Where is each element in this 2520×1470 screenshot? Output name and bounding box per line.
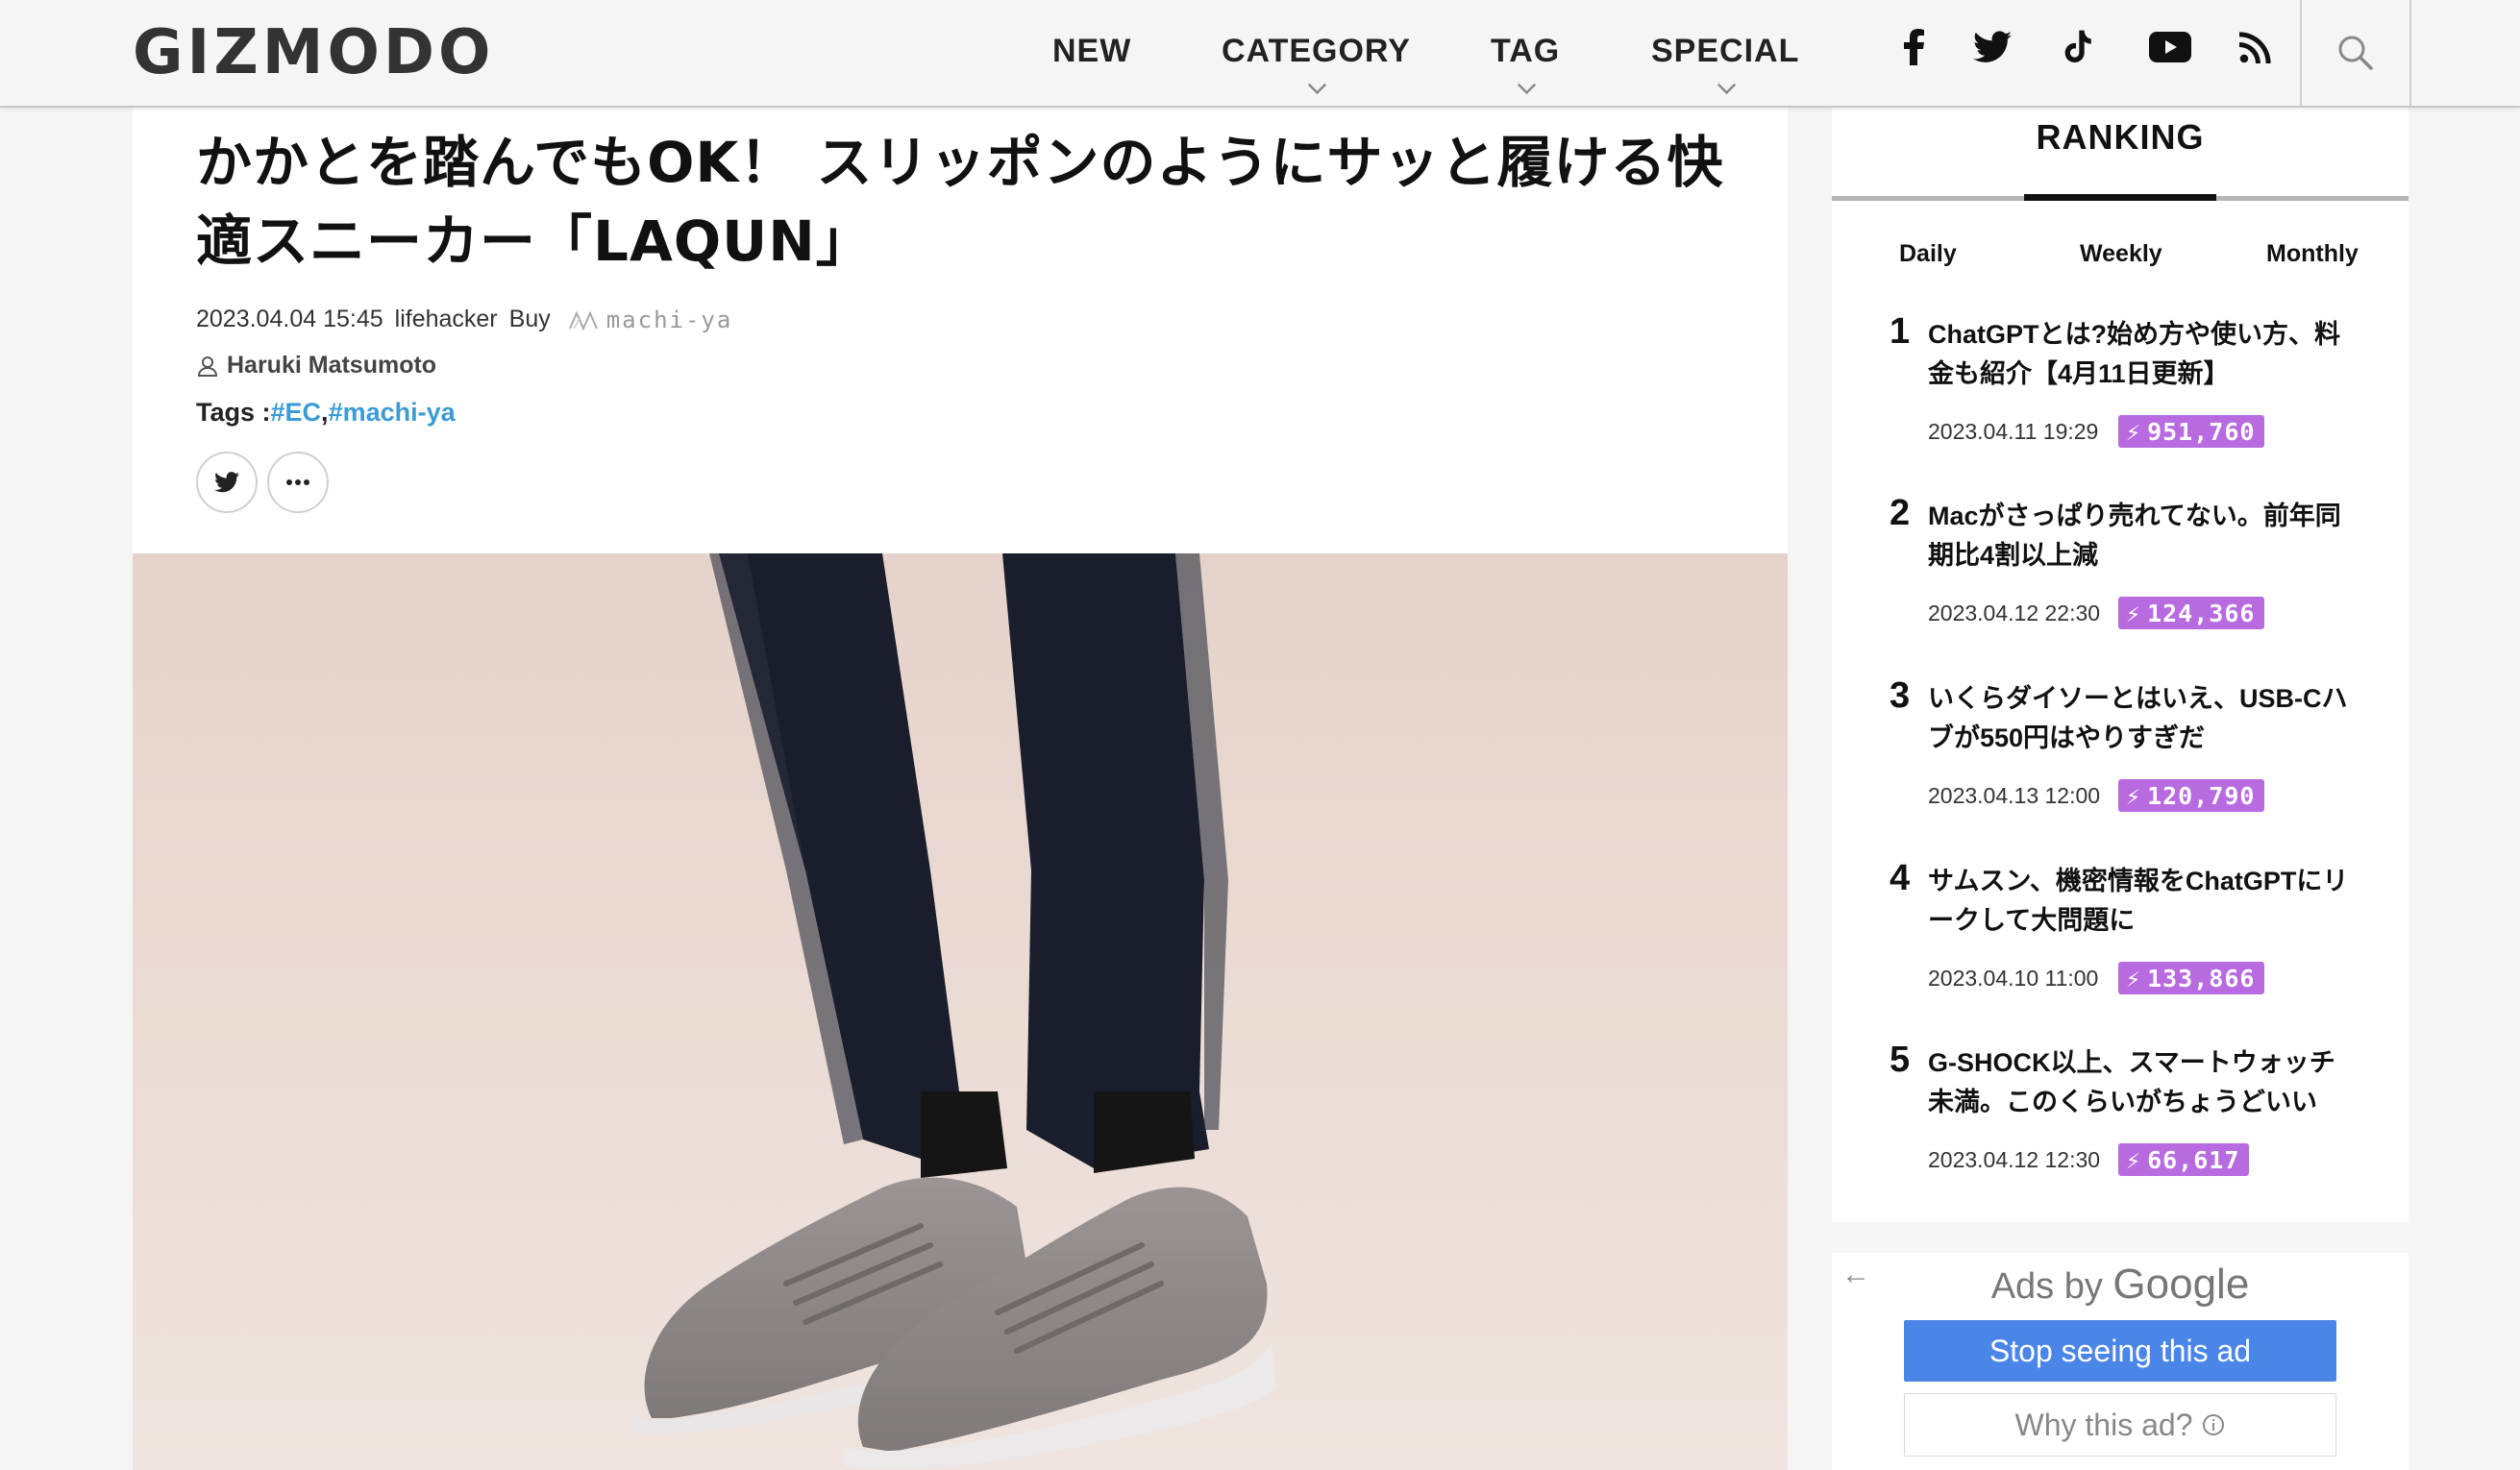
chevron-down-icon	[1717, 75, 1737, 95]
views-count: 66,617	[2147, 1145, 2240, 1174]
article-category[interactable]: Buy	[509, 306, 551, 333]
tags-label: Tags :	[196, 398, 271, 427]
rank-date: 2023.04.11 19:29	[1928, 419, 2099, 444]
twitter-share-button[interactable]	[196, 452, 258, 513]
why-this-ad-label: Why this ad?	[2014, 1407, 2193, 1442]
brand-name: machi-ya	[605, 306, 733, 333]
brand-logo[interactable]: machi-ya	[568, 306, 733, 333]
ads-by-google: Ads by Google	[1832, 1261, 2409, 1309]
site-header: GIZMODO NEW CATEGORY TAG SPECIAL	[0, 0, 2520, 108]
rank-number: 1	[1890, 311, 1911, 352]
facebook-icon[interactable]	[1890, 23, 1939, 71]
ranking-title: RANKING	[2036, 117, 2205, 157]
stop-seeing-ad-button[interactable]: Stop seeing this ad	[1904, 1320, 2336, 1382]
views-count: 951,760	[2147, 417, 2256, 446]
views-count: 120,790	[2147, 781, 2256, 810]
article-tags: Tags :#EC,#machi-ya	[196, 398, 456, 427]
rank-number: 2	[1890, 493, 1911, 533]
rank-title[interactable]: ChatGPTとは?始め方や使い方、料金も紹介【4月11日更新】	[1928, 315, 2360, 394]
chevron-down-icon	[1308, 75, 1327, 95]
twitter-icon	[214, 472, 239, 493]
youtube-icon[interactable]	[2146, 23, 2194, 71]
views-count: 124,366	[2147, 599, 2256, 627]
ranking-divider-active	[2024, 194, 2216, 201]
nav-category[interactable]: CATEGORY	[1222, 33, 1411, 95]
article-datetime: 2023.04.04 15:45	[196, 306, 383, 332]
views-badge: ⚡ 124,366	[2118, 597, 2265, 629]
rank-title[interactable]: いくらダイソーとはいえ、USB-Cハブが550円はやりすぎだ	[1928, 679, 2360, 758]
more-dots-icon	[286, 479, 309, 485]
lightning-icon: ⚡	[2126, 599, 2142, 627]
twitter-icon[interactable]	[1968, 23, 2016, 71]
tiktok-icon[interactable]	[2054, 23, 2102, 71]
rank-date: 2023.04.10 11:00	[1928, 966, 2099, 991]
rss-icon[interactable]	[2232, 23, 2280, 71]
lightning-icon: ⚡	[2126, 964, 2142, 992]
nav-special[interactable]: SPECIAL	[1651, 33, 1800, 95]
rank-title[interactable]: Macがさっぱり売れてない。前年同期比4割以上減	[1928, 497, 2360, 576]
nav-new[interactable]: NEW	[1052, 33, 1131, 70]
google-logo: Google	[2112, 1261, 2250, 1308]
chevron-down-icon	[1518, 75, 1537, 95]
tab-weekly[interactable]: Weekly	[2080, 240, 2162, 268]
lightning-icon: ⚡	[2126, 781, 2142, 810]
views-badge: ⚡ 133,866	[2118, 962, 2265, 994]
ranking-panel: RANKING Daily Weekly Monthly 1 ChatGPTとは…	[1832, 106, 2409, 1222]
author-name: Haruki Matsumoto	[227, 352, 437, 379]
tag-link[interactable]: #EC	[271, 398, 322, 427]
ads-by-label: Ads by	[1990, 1266, 2103, 1307]
more-share-button[interactable]	[267, 452, 329, 513]
rank-title[interactable]: サムスン、機密情報をChatGPTにリークして大問題に	[1928, 862, 2360, 941]
rank-date: 2023.04.12 12:30	[1928, 1147, 2101, 1172]
lightning-icon: ⚡	[2126, 1145, 2142, 1174]
tag-link[interactable]: #machi-ya	[329, 398, 456, 427]
search-button[interactable]	[2300, 0, 2411, 106]
tab-daily[interactable]: Daily	[1899, 240, 1957, 268]
rank-title[interactable]: G-SHOCK以上、スマートウォッチ未満。このくらいがちょうどいい	[1928, 1043, 2360, 1122]
lightning-icon: ⚡	[2126, 417, 2142, 446]
nav-tag-label: TAG	[1491, 33, 1561, 69]
why-this-ad-button[interactable]: Why this ad?	[1904, 1393, 2336, 1457]
search-icon	[2338, 36, 2373, 70]
article-author[interactable]: Haruki Matsumoto	[196, 352, 436, 380]
info-icon	[2203, 1414, 2225, 1435]
site-logo[interactable]: GIZMODO	[133, 17, 494, 88]
article-source[interactable]: lifehacker	[395, 306, 498, 333]
rank-date: 2023.04.12 22:30	[1928, 600, 2101, 625]
nav-new-label: NEW	[1052, 33, 1132, 69]
views-count: 133,866	[2147, 964, 2256, 992]
nav-special-label: SPECIAL	[1651, 33, 1800, 69]
article-meta: 2023.04.04 15:45 lifehacker Buy machi-ya	[196, 306, 732, 333]
article-title: かかとを踏んでもOK！ スリッポンのようにサッと履ける快適スニーカー「LAQUN…	[196, 130, 1724, 274]
rank-date: 2023.04.13 12:00	[1928, 783, 2101, 808]
google-ad-panel: ← Ads by Google Stop seeing this ad Why …	[1832, 1253, 2409, 1470]
views-badge: ⚡ 951,760	[2118, 415, 2265, 448]
nav-category-label: CATEGORY	[1222, 33, 1411, 69]
rank-number: 4	[1890, 858, 1911, 898]
tab-monthly[interactable]: Monthly	[2266, 240, 2359, 268]
views-badge: ⚡ 120,790	[2118, 779, 2265, 812]
hero-image	[133, 553, 1788, 1470]
article: かかとを踏んでもOK！ スリッポンのようにサッと履ける快適スニーカー「LAQUN…	[133, 106, 1788, 1470]
rank-number: 3	[1890, 675, 1911, 716]
user-icon	[197, 355, 218, 377]
machi-ya-logo-icon	[568, 310, 598, 331]
views-badge: ⚡ 66,617	[2118, 1143, 2250, 1176]
nav-tag[interactable]: TAG	[1491, 33, 1561, 95]
rank-number: 5	[1890, 1040, 1911, 1080]
